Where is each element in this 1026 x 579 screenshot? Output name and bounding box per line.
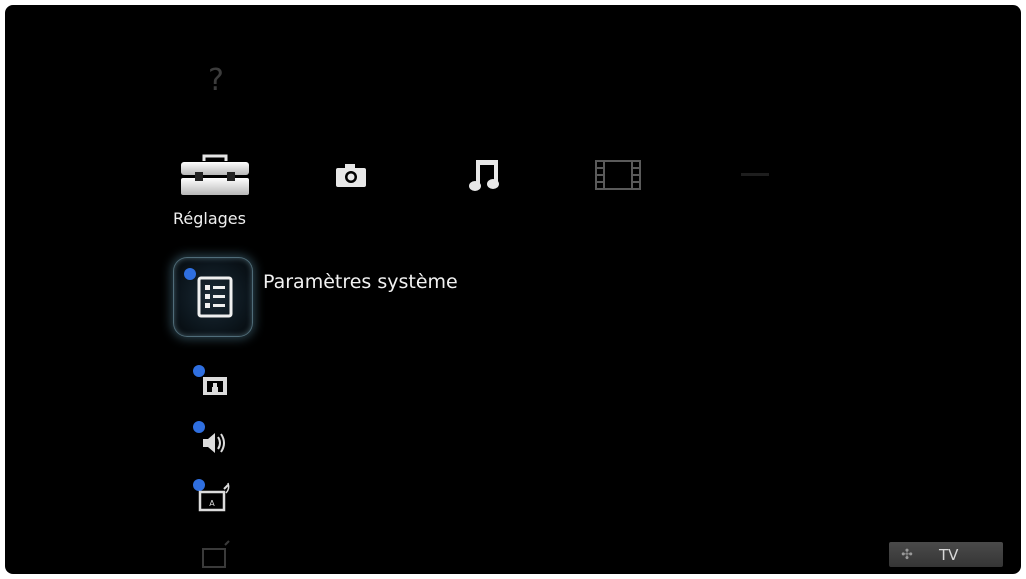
submenu-item-dim[interactable] [193, 537, 233, 573]
xmb-screen: ? Réglages Paramètres système A ✣ TV [5, 5, 1021, 574]
category-label: Réglages [173, 209, 246, 228]
dpad-icon: ✣ [901, 546, 913, 563]
category-photo[interactable] [331, 153, 371, 197]
submenu-item-picture[interactable] [193, 365, 233, 401]
dim-settings-icon [202, 540, 230, 568]
category-music[interactable] [465, 153, 505, 197]
question-icon[interactable]: ? [208, 63, 224, 98]
tv-button[interactable]: ✣ TV [889, 542, 1003, 567]
picture-settings-icon [203, 377, 227, 395]
dim-category-icon [741, 173, 769, 176]
submenu-item-label: Paramètres système [263, 271, 458, 293]
submenu-item-system-settings[interactable] [173, 257, 253, 337]
category-next[interactable] [735, 153, 775, 197]
category-video[interactable] [593, 153, 643, 197]
system-settings-icon [197, 276, 233, 318]
svg-text:A: A [209, 499, 215, 508]
camera-icon [336, 164, 366, 187]
submenu-item-sound[interactable] [193, 421, 233, 457]
toolbox-icon [181, 154, 249, 195]
sound-settings-icon [203, 433, 225, 453]
tv-label: TV [939, 545, 959, 564]
category-settings[interactable] [175, 153, 255, 197]
submenu-item-channels[interactable]: A [193, 479, 233, 515]
music-note-icon [469, 160, 499, 191]
film-strip-icon [595, 160, 641, 190]
channel-settings-icon: A [198, 482, 230, 512]
